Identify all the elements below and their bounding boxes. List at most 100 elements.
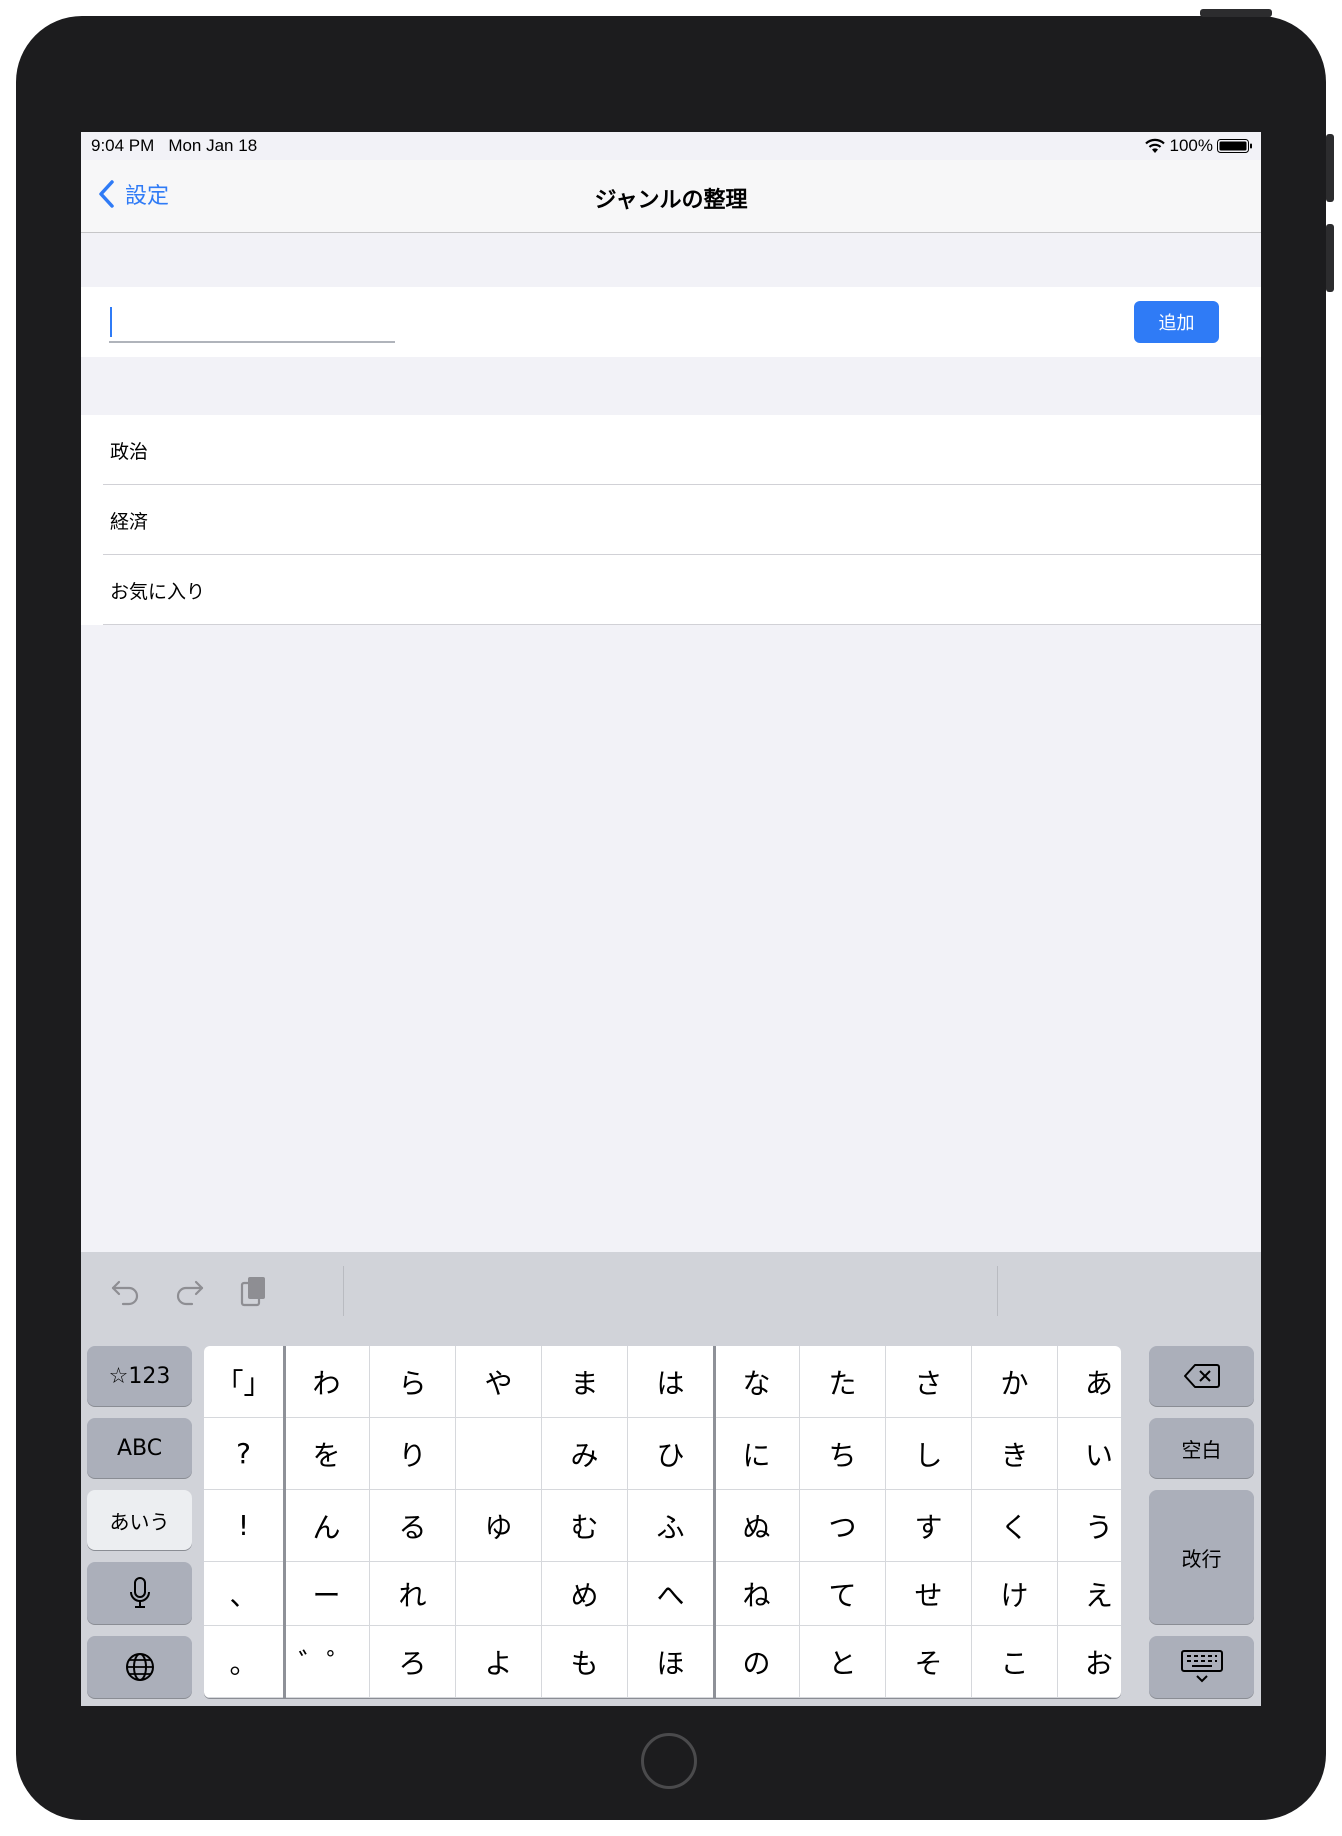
kana-key[interactable]: よ: [456, 1626, 542, 1698]
genre-input-row: 追加: [81, 287, 1261, 357]
volume-up-button: [1326, 134, 1334, 202]
delete-icon: [1183, 1364, 1220, 1388]
kana-key[interactable]: る: [370, 1490, 456, 1562]
redo-icon[interactable]: [172, 1274, 206, 1308]
kana-key[interactable]: す: [886, 1490, 972, 1562]
kana-key[interactable]: !: [204, 1490, 284, 1562]
kana-key[interactable]: 「」: [204, 1346, 284, 1418]
kana-key[interactable]: み: [542, 1418, 628, 1490]
key-group-divider: [713, 1346, 716, 1698]
kana-key[interactable]: の: [714, 1626, 800, 1698]
kana-key[interactable]: わ: [284, 1346, 370, 1418]
microphone-icon: [129, 1577, 150, 1608]
battery-icon: [1217, 139, 1252, 153]
screen: 9:04 PM Mon Jan 18 100% 設定 ジャンルの整理 追加 政治…: [81, 132, 1261, 1706]
home-button[interactable]: [641, 1733, 697, 1789]
genre-label: お気に入り: [110, 581, 206, 603]
kana-key[interactable]: れ: [370, 1562, 456, 1626]
key-group-divider: [283, 1346, 286, 1698]
genre-list: 政治 経済 お気に入り: [81, 415, 1261, 625]
numbers-key[interactable]: ☆123: [87, 1346, 192, 1406]
kana-key[interactable]: あ: [1058, 1346, 1121, 1418]
kana-key[interactable]: な: [714, 1346, 800, 1418]
toolbar-divider: [343, 1266, 344, 1316]
kana-key[interactable]: ね: [714, 1562, 800, 1626]
kana-key[interactable]: ゛゜: [284, 1626, 370, 1698]
kana-key[interactable]: へ: [628, 1562, 714, 1626]
kana-key[interactable]: を: [284, 1418, 370, 1490]
kana-key: [456, 1418, 542, 1490]
kana-key[interactable]: 、: [204, 1562, 284, 1626]
kana-key[interactable]: ふ: [628, 1490, 714, 1562]
page-title: ジャンルの整理: [594, 188, 748, 213]
kana-key[interactable]: し: [886, 1418, 972, 1490]
kana-key[interactable]: ?: [204, 1418, 284, 1490]
kana-key[interactable]: り: [370, 1418, 456, 1490]
globe-icon: [125, 1653, 154, 1681]
kana-key[interactable]: て: [800, 1562, 886, 1626]
return-key[interactable]: 改行: [1149, 1490, 1254, 1624]
kana-key[interactable]: う: [1058, 1490, 1121, 1562]
battery-percent: 100%: [1169, 136, 1213, 155]
kana-key[interactable]: ぬ: [714, 1490, 800, 1562]
genre-row[interactable]: 経済: [81, 485, 1261, 555]
top-button: [1200, 9, 1272, 17]
kana-key[interactable]: ん: [284, 1490, 370, 1562]
genre-row[interactable]: 政治: [81, 415, 1261, 485]
kana-key[interactable]: 。: [204, 1626, 284, 1698]
abc-key[interactable]: ABC: [87, 1418, 192, 1478]
space-key[interactable]: 空白: [1149, 1418, 1254, 1478]
genre-label: 政治: [110, 441, 149, 463]
kana-key[interactable]: ろ: [370, 1626, 456, 1698]
globe-key[interactable]: [87, 1636, 192, 1698]
kana-key[interactable]: き: [972, 1418, 1058, 1490]
kana-key[interactable]: も: [542, 1626, 628, 1698]
text-caret: [110, 307, 112, 337]
kana-key[interactable]: ち: [800, 1418, 886, 1490]
kana-key[interactable]: は: [628, 1346, 714, 1418]
kana-key[interactable]: め: [542, 1562, 628, 1626]
kana-key[interactable]: た: [800, 1346, 886, 1418]
status-bar: 9:04 PM Mon Jan 18 100%: [81, 132, 1261, 160]
volume-down-button: [1326, 224, 1334, 292]
navigation-bar: 設定 ジャンルの整理: [81, 160, 1261, 233]
keyboard-shortcut-bar: [81, 1252, 1261, 1330]
kana-key[interactable]: と: [800, 1626, 886, 1698]
kana-key[interactable]: え: [1058, 1562, 1121, 1626]
kana-key[interactable]: せ: [886, 1562, 972, 1626]
kana-key[interactable]: ひ: [628, 1418, 714, 1490]
undo-icon[interactable]: [109, 1274, 143, 1308]
kana-keyboard: ☆123 ABC あいう 「」わらやまはなたさかあ? をり みひにちしきい! んるゆむ…: [81, 1252, 1261, 1706]
kana-key[interactable]: お: [1058, 1626, 1121, 1698]
kana-key[interactable]: や: [456, 1346, 542, 1418]
kana-key[interactable]: ゆ: [456, 1490, 542, 1562]
genre-label: 経済: [110, 511, 149, 533]
paste-icon[interactable]: [236, 1274, 270, 1308]
kana-key[interactable]: ま: [542, 1346, 628, 1418]
kana-key[interactable]: ほ: [628, 1626, 714, 1698]
kana-key[interactable]: く: [972, 1490, 1058, 1562]
kana-key[interactable]: け: [972, 1562, 1058, 1626]
kana-key[interactable]: つ: [800, 1490, 886, 1562]
genre-name-field[interactable]: [109, 303, 395, 343]
kana-key[interactable]: こ: [972, 1626, 1058, 1698]
wifi-icon: [1144, 138, 1165, 153]
add-button[interactable]: 追加: [1134, 301, 1219, 343]
status-date: Mon Jan 18: [168, 136, 258, 155]
kana-key[interactable]: む: [542, 1490, 628, 1562]
kana-key[interactable]: に: [714, 1418, 800, 1490]
kana-key[interactable]: ら: [370, 1346, 456, 1418]
kana-key-grid: 「」わらやまはなたさかあ? をり みひにちしきい! んるゆむふぬつすくう、ーれ めへねて…: [204, 1346, 1121, 1698]
kana-mode-key[interactable]: あいう: [87, 1490, 192, 1550]
kana-key[interactable]: さ: [886, 1346, 972, 1418]
dictation-key[interactable]: [87, 1562, 192, 1624]
kana-key[interactable]: ー: [284, 1562, 370, 1626]
delete-key[interactable]: [1149, 1346, 1254, 1406]
kana-key[interactable]: そ: [886, 1626, 972, 1698]
genre-row[interactable]: お気に入り: [81, 555, 1261, 625]
keyboard-dismiss-icon: [1180, 1650, 1223, 1683]
dismiss-keyboard-key[interactable]: [1149, 1636, 1254, 1698]
status-time: 9:04 PM: [91, 136, 155, 155]
kana-key[interactable]: か: [972, 1346, 1058, 1418]
kana-key[interactable]: い: [1058, 1418, 1121, 1490]
